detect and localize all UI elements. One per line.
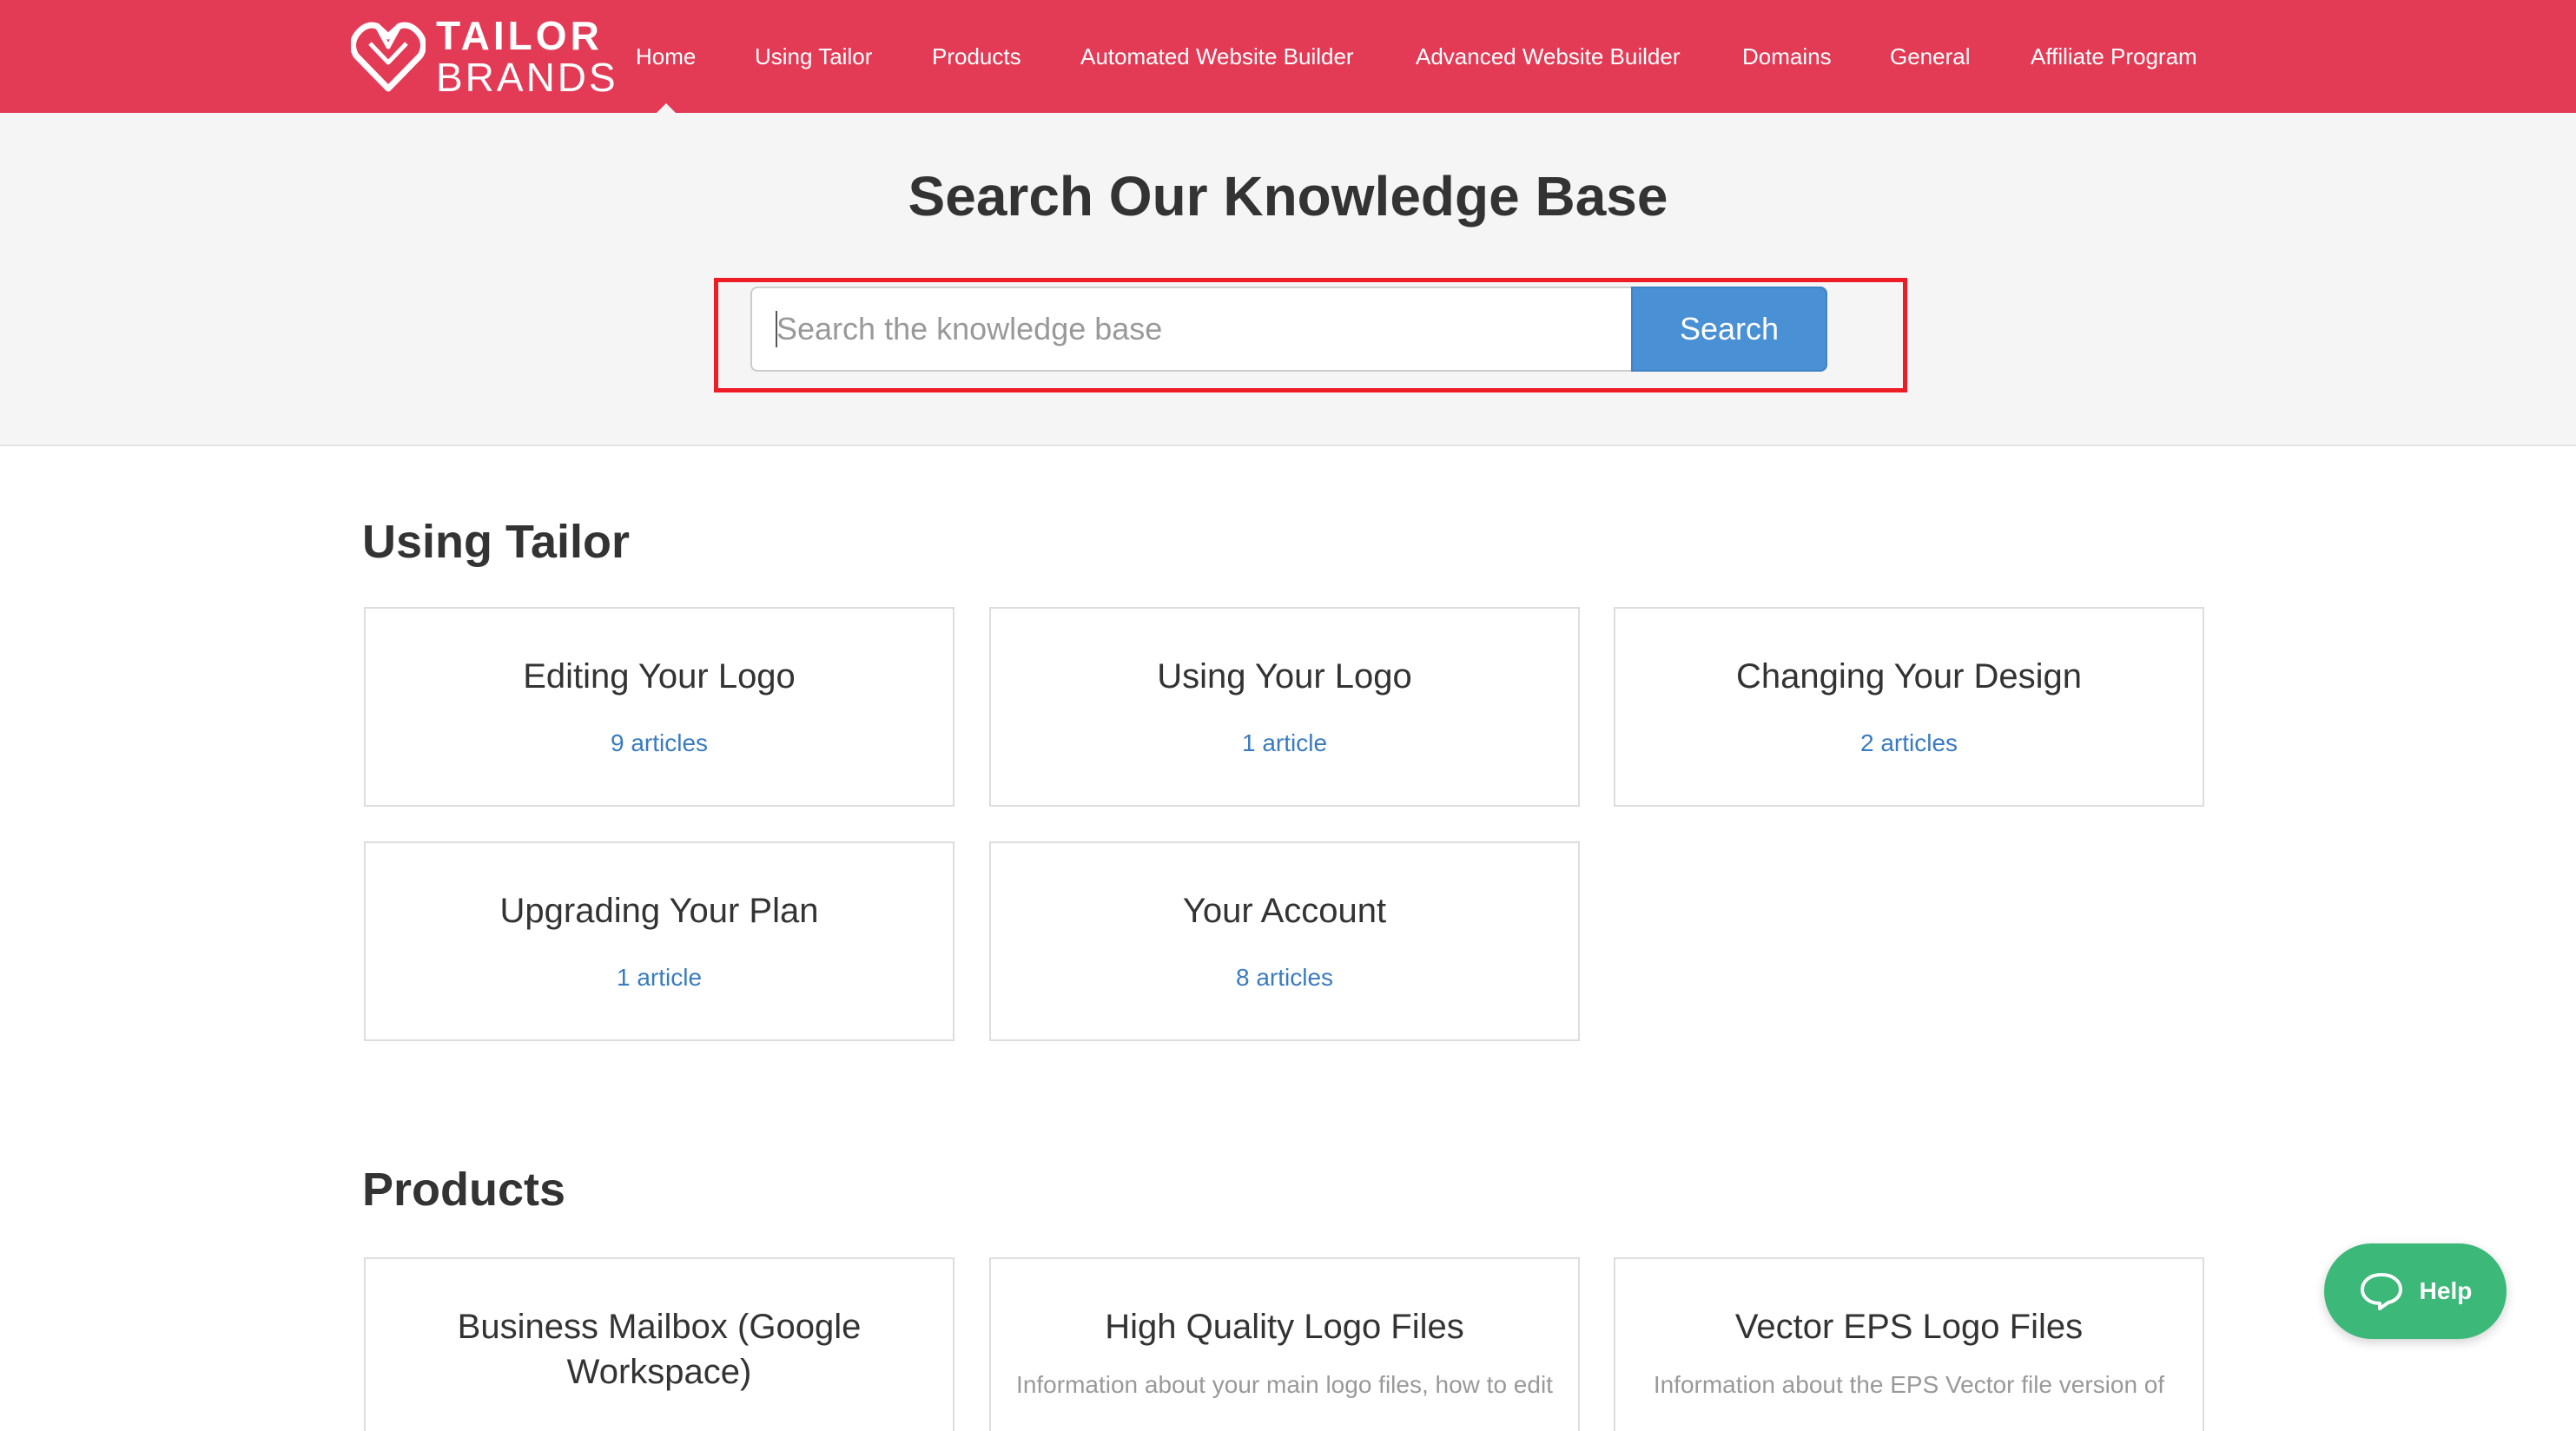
tailor-brands-logo[interactable]: TAILOR BRANDS xyxy=(351,13,618,100)
category-card-title: Business Mailbox (Google Workspace) xyxy=(457,1308,862,1391)
nav-general[interactable]: General xyxy=(1890,0,1971,113)
nav-automated-website-builder[interactable]: Automated Website Builder xyxy=(1080,0,1354,113)
section-title-products: Products xyxy=(362,1164,566,1216)
category-card-title: Editing Your Logo xyxy=(523,657,796,696)
nav-domains[interactable]: Domains xyxy=(1742,0,1832,113)
logo-text-line2: BRANDS xyxy=(436,55,618,100)
category-card-using-your-logo[interactable]: Using Your Logo 1 article xyxy=(989,607,1580,807)
category-card-upgrading-your-plan[interactable]: Upgrading Your Plan 1 article xyxy=(364,841,954,1041)
category-card-title: High Quality Logo Files xyxy=(1105,1308,1464,1346)
category-card-vector-eps-logo-files[interactable]: Vector EPS Logo Files Information about … xyxy=(1614,1257,2204,1431)
category-card-your-account[interactable]: Your Account 8 articles xyxy=(989,841,1580,1041)
article-count-link[interactable]: 1 article xyxy=(366,963,953,992)
category-card-title: Changing Your Design xyxy=(1735,657,2083,696)
nav-advanced-website-builder[interactable]: Advanced Website Builder xyxy=(1416,0,1680,113)
category-card-business-mailbox[interactable]: Business Mailbox (Google Workspace) xyxy=(364,1257,954,1431)
category-card-title: Upgrading Your Plan xyxy=(499,892,819,930)
nav-affiliate-program[interactable]: Affiliate Program xyxy=(2031,0,2197,113)
article-count-link[interactable]: 9 articles xyxy=(366,729,953,758)
category-card-title: Vector EPS Logo Files xyxy=(1734,1308,2084,1346)
help-button[interactable]: Help xyxy=(2324,1243,2507,1339)
help-button-label: Help xyxy=(2419,1277,2473,1304)
nav-home[interactable]: Home xyxy=(636,0,696,113)
search-button[interactable]: Search xyxy=(1631,287,1827,372)
top-navigation-bar: TAILOR BRANDS Home Using Tailor Products… xyxy=(0,0,2576,113)
category-card-title: Using Your Logo xyxy=(1157,657,1412,696)
category-card-changing-your-design[interactable]: Changing Your Design 2 articles xyxy=(1614,607,2204,807)
logo-text-line1: TAILOR xyxy=(436,13,603,58)
heart-gem-logo-icon xyxy=(351,22,426,92)
article-count-link[interactable]: 2 articles xyxy=(1615,729,2203,758)
section-title-using-tailor: Using Tailor xyxy=(362,516,631,568)
article-count-link[interactable]: 8 articles xyxy=(991,963,1578,992)
category-card-title: Your Account xyxy=(1182,892,1387,930)
nav-products[interactable]: Products xyxy=(932,0,1021,113)
nav-using-tailor[interactable]: Using Tailor xyxy=(755,0,872,113)
article-count-link[interactable]: 1 article xyxy=(991,729,1578,758)
category-card-high-quality-logo-files[interactable]: High Quality Logo Files Information abou… xyxy=(989,1257,1580,1431)
category-card-description: Information about your main logo files, … xyxy=(1016,1371,1553,1398)
chat-bubble-icon xyxy=(2360,1273,2402,1310)
text-cursor xyxy=(776,311,777,347)
page-title: Search Our Knowledge Base xyxy=(908,165,1668,228)
search-input[interactable] xyxy=(750,287,1633,372)
category-card-description: Information about the EPS Vector file ve… xyxy=(1653,1371,2165,1398)
category-card-editing-your-logo[interactable]: Editing Your Logo 9 articles xyxy=(364,607,954,807)
